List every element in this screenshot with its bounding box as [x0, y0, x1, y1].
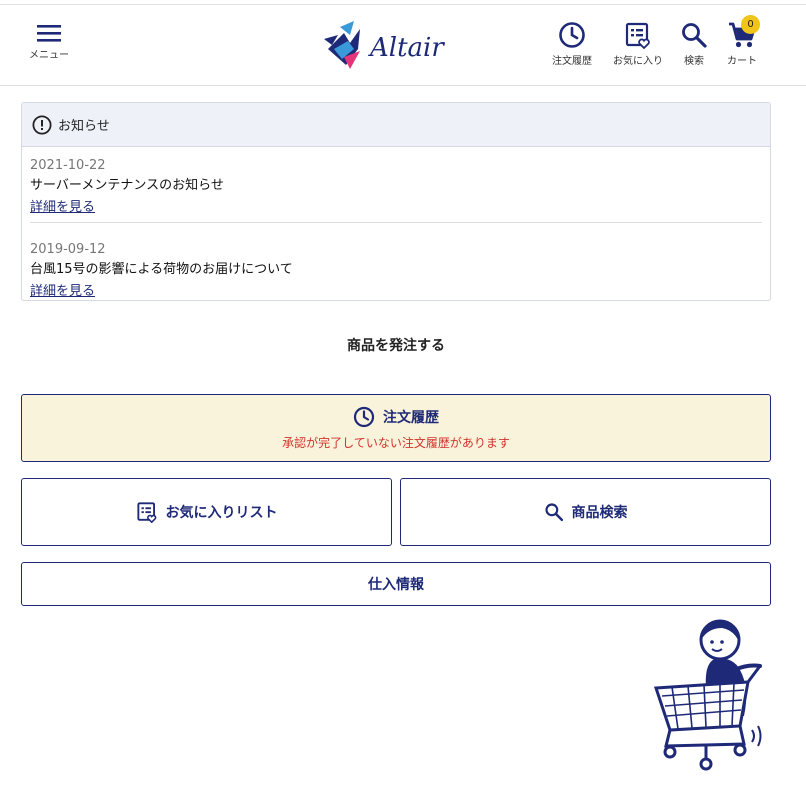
search-icon — [682, 23, 707, 48]
order-history-button[interactable]: 注文履歴 承認が完了していない注文履歴があります — [21, 394, 771, 462]
order-history-label: 注文履歴 — [383, 409, 439, 426]
history-label: 注文履歴 — [552, 56, 592, 67]
menu-button[interactable]: メニュー — [28, 23, 70, 61]
news-detail-link[interactable]: 詳細を見る — [30, 282, 95, 300]
header-favorites-button[interactable]: お気に入り — [610, 21, 666, 67]
clock-icon — [559, 22, 585, 48]
header-order-history-button[interactable]: 注文履歴 — [548, 21, 596, 67]
alert-circle-icon — [32, 114, 52, 135]
news-item: 2021-10-22 サーバーメンテナンスのお知らせ 詳細を見る — [22, 147, 770, 218]
news-title: サーバーメンテナンスのお知らせ — [30, 178, 224, 193]
search-icon — [544, 503, 563, 522]
header-search-button[interactable]: 検索 — [678, 21, 710, 67]
cart-count-badge: 0 — [741, 15, 760, 34]
notice-panel: お知らせ 2021-10-22 サーバーメンテナンスのお知らせ 詳細を見る 20… — [21, 102, 771, 301]
hamburger-icon — [37, 25, 61, 42]
news-date: 2019-09-12 — [30, 242, 106, 257]
search-label: 検索 — [684, 56, 704, 67]
purchase-info-label: 仕入情報 — [368, 577, 424, 593]
favorite-list-icon — [625, 22, 650, 49]
news-title: 台風15号の影響による荷物のお届けについて — [30, 262, 293, 277]
clock-icon — [353, 406, 375, 427]
product-search-button[interactable]: 商品検索 — [400, 478, 771, 546]
product-search-label: 商品検索 — [571, 505, 628, 521]
favorite-list-icon — [136, 502, 156, 523]
news-detail-link[interactable]: 詳細を見る — [30, 198, 95, 218]
news-date: 2021-10-22 — [30, 158, 106, 173]
news-spacer — [30, 232, 762, 240]
notice-header: お知らせ — [22, 103, 770, 147]
cart-label: カート — [727, 56, 757, 67]
logo-text: Altair — [370, 33, 444, 63]
favorites-list-button[interactable]: お気に入りリスト — [21, 478, 392, 546]
altair-logo[interactable]: Altair — [320, 19, 472, 75]
header-cart-button[interactable]: 0 カート — [722, 15, 762, 67]
shopping-cart-mascot — [653, 619, 762, 771]
order-history-warning: 承認が完了していない注文履歴があります — [282, 435, 510, 450]
news-item: 2019-09-12 台風15号の影響による荷物のお届けについて 詳細を見る — [30, 222, 762, 300]
site-header: メニュー Altair 注文履歴 お気に入り 検索 0 カート — [0, 5, 806, 86]
menu-label: メニュー — [29, 50, 69, 61]
section-title: 商品を発注する — [347, 338, 445, 354]
notice-title: お知らせ — [58, 119, 110, 134]
purchase-info-button[interactable]: 仕入情報 — [21, 562, 771, 606]
order-history-row: 注文履歴 — [353, 406, 439, 428]
favorites-label: お気に入り — [613, 56, 663, 67]
favorites-list-label: お気に入りリスト — [165, 505, 278, 521]
